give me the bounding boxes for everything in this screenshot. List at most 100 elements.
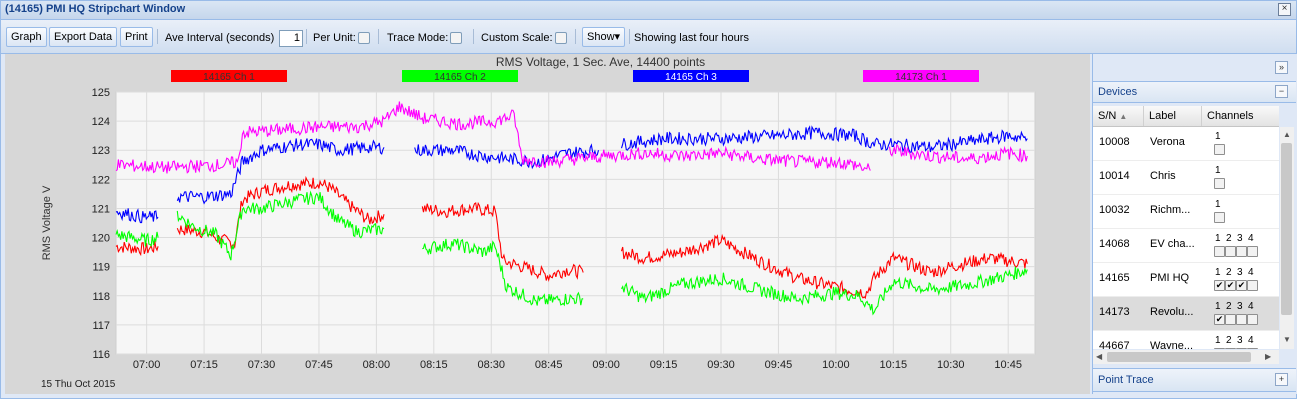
column-label[interactable]: Label	[1144, 106, 1202, 126]
devices-horizontal-scrollbar[interactable]: ◀ ▶	[1093, 350, 1279, 364]
date-label: 15 Thu Oct 2015	[41, 379, 116, 390]
close-icon[interactable]: ×	[1278, 3, 1291, 16]
channel-checkbox[interactable]	[1236, 348, 1247, 349]
channel-checkbox[interactable]	[1236, 246, 1247, 257]
x-tick-label: 08:45	[535, 359, 563, 371]
device-label: PMI HQ	[1150, 272, 1190, 284]
scroll-up-icon[interactable]: ▲	[1283, 130, 1291, 139]
device-row[interactable]: 14068 EV cha... 1 2 3 4	[1093, 229, 1279, 263]
toolbar: Graph Export Data Print Ave Interval (se…	[1, 20, 1296, 54]
per-unit-checkbox[interactable]	[357, 32, 370, 45]
channel-checkbox[interactable]	[1214, 246, 1225, 257]
y-tick-label: 125	[92, 87, 110, 99]
trace-mode-checkbox[interactable]	[450, 32, 463, 45]
x-tick-label: 07:45	[305, 359, 333, 371]
device-row[interactable]: 10008 Verona 1	[1093, 127, 1279, 161]
device-sn: 10032	[1099, 204, 1130, 216]
window-title: (14165) PMI HQ Stripchart Window	[5, 3, 186, 15]
x-tick-label: 07:15	[190, 359, 218, 371]
channel-checkbox[interactable]	[1247, 348, 1258, 349]
device-row[interactable]: 14165 PMI HQ 1 ✔ 2 ✔ 3 ✔ 4	[1093, 263, 1279, 297]
channel-number: 1	[1215, 233, 1221, 244]
devices-vertical-scrollbar[interactable]: ▲ ▼	[1280, 127, 1294, 349]
toolbar-separator	[575, 29, 576, 44]
device-sn: 10014	[1099, 170, 1130, 182]
x-tick-label: 08:00	[363, 359, 391, 371]
channel-checkbox[interactable]: ✔	[1236, 280, 1247, 291]
legend-label: 14173 Ch 1	[895, 72, 947, 83]
channel-checkbox[interactable]: ✔	[1214, 280, 1225, 291]
channel-checkbox[interactable]	[1247, 314, 1258, 325]
voltage-chart[interactable]: RMS Voltage, 1 Sec. Ave, 14400 points 141…	[5, 54, 1090, 394]
scroll-thumb[interactable]	[1107, 352, 1251, 362]
print-button[interactable]: Print	[120, 27, 153, 47]
collapse-icon[interactable]: −	[1275, 85, 1288, 98]
point-trace-header[interactable]: Point Trace +	[1093, 368, 1296, 392]
channel-number: 4	[1248, 301, 1254, 312]
device-row[interactable]: 10032 Richm... 1	[1093, 195, 1279, 229]
device-sn: 44667	[1099, 340, 1130, 349]
column-sn[interactable]: S/N ▲	[1093, 106, 1144, 126]
chart-panel: RMS Voltage, 1 Sec. Ave, 14400 points 141…	[5, 54, 1090, 394]
channel-number: 4	[1248, 335, 1254, 346]
graph-button[interactable]: Graph	[6, 27, 47, 47]
ave-interval-input[interactable]: 1	[279, 29, 303, 47]
y-tick-label: 118	[92, 291, 110, 303]
scroll-left-icon[interactable]: ◀	[1096, 352, 1102, 361]
device-sn: 14173	[1099, 306, 1130, 318]
legend-label: 14165 Ch 2	[434, 72, 486, 83]
channel-checkbox[interactable]	[1214, 348, 1225, 349]
expand-panel-icon[interactable]: »	[1275, 61, 1288, 74]
trace-mode-label: Trace Mode:	[387, 32, 449, 44]
show-menu-button[interactable]: Show▾	[582, 27, 626, 47]
custom-scale-label: Custom Scale:	[481, 32, 553, 44]
channel-checkbox[interactable]: ✔	[1214, 314, 1225, 325]
export-data-button[interactable]: Export Data	[49, 27, 118, 47]
device-label: Richm...	[1150, 204, 1191, 216]
channel-checkbox[interactable]	[1214, 144, 1225, 155]
device-row[interactable]: 14173 Revolu... 1 ✔ 2 3 4	[1093, 297, 1279, 331]
channel-checkbox[interactable]	[1247, 246, 1258, 257]
scroll-down-icon[interactable]: ▼	[1283, 335, 1291, 344]
device-row[interactable]: 44667 Wayne... 1 2 3 4	[1093, 331, 1279, 349]
show-label: Show	[587, 31, 615, 43]
channel-number: 4	[1248, 233, 1254, 244]
toolbar-separator	[157, 29, 158, 44]
y-tick-label: 119	[92, 262, 110, 274]
toolbar-separator	[306, 29, 307, 44]
devices-header: Devices −	[1093, 81, 1296, 103]
device-label: Wayne...	[1150, 340, 1193, 349]
x-tick-label: 08:30	[477, 359, 505, 371]
x-tick-label: 07:30	[248, 359, 276, 371]
x-tick-label: 09:45	[765, 359, 793, 371]
column-channels[interactable]: Channels	[1202, 106, 1279, 126]
custom-scale-checkbox[interactable]	[554, 32, 567, 45]
title-bar[interactable]: (14165) PMI HQ Stripchart Window ×	[1, 1, 1296, 20]
channel-number: 1	[1215, 267, 1221, 278]
y-tick-label: 121	[92, 203, 110, 215]
scroll-right-icon[interactable]: ▶	[1265, 352, 1271, 361]
y-tick-label: 117	[92, 320, 110, 332]
chart-title: RMS Voltage, 1 Sec. Ave, 14400 points	[496, 55, 705, 69]
scroll-thumb[interactable]	[1281, 143, 1292, 315]
legend-label: 14165 Ch 1	[203, 72, 255, 83]
x-tick-label: 07:00	[133, 359, 161, 371]
channel-checkbox[interactable]	[1214, 212, 1225, 223]
device-row[interactable]: 10014 Chris 1	[1093, 161, 1279, 195]
x-tick-label: 10:15	[880, 359, 908, 371]
channel-checkbox[interactable]	[1225, 246, 1236, 257]
channel-number: 2	[1226, 335, 1232, 346]
device-label: Verona	[1150, 136, 1185, 148]
channel-checkbox[interactable]	[1214, 178, 1225, 189]
channel-checkbox[interactable]	[1225, 314, 1236, 325]
x-tick-label: 10:30	[937, 359, 965, 371]
channel-number: 3	[1237, 335, 1243, 346]
channel-checkbox[interactable]	[1247, 280, 1258, 291]
channel-checkbox[interactable]: ✔	[1225, 280, 1236, 291]
channel-checkbox[interactable]	[1236, 314, 1247, 325]
channel-number: 2	[1226, 233, 1232, 244]
channel-checkbox[interactable]	[1225, 348, 1236, 349]
channel-number: 1	[1215, 335, 1221, 346]
expand-plus-icon[interactable]: +	[1275, 373, 1288, 386]
legend-label: 14165 Ch 3	[665, 72, 717, 83]
